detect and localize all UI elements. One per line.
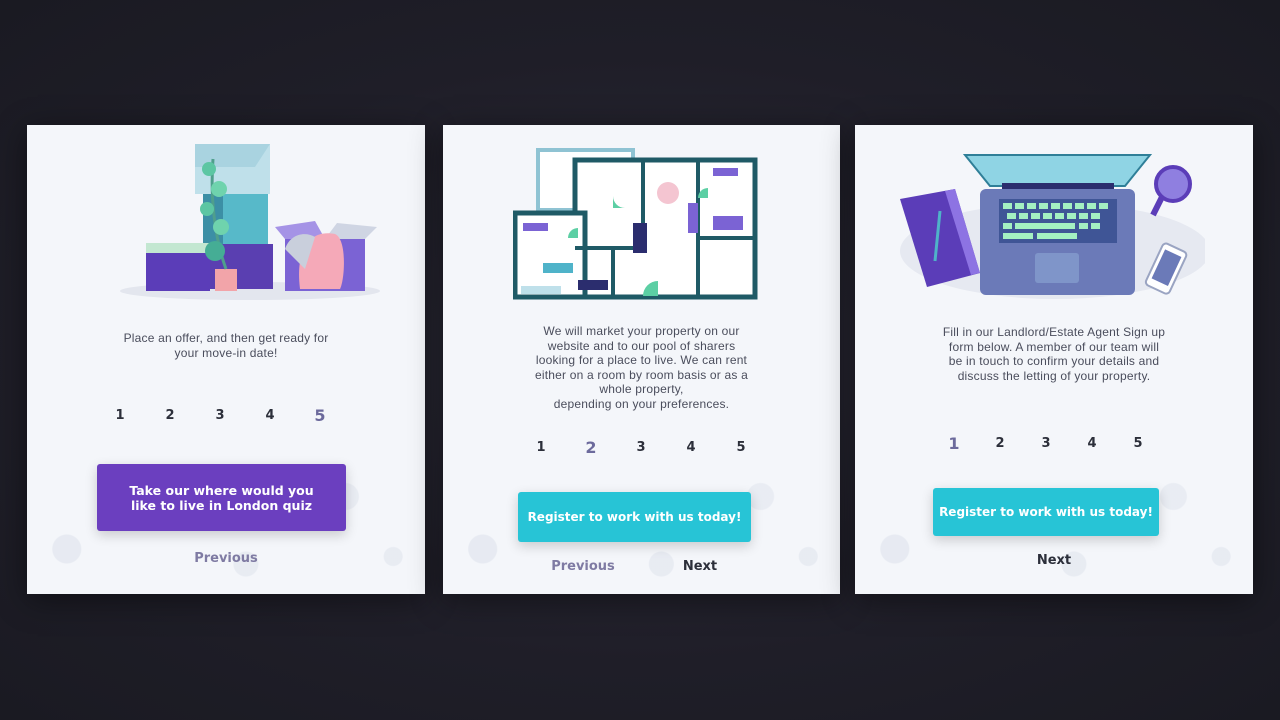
step-description: Fill in our Landlord/Estate Agent Sign u…	[942, 325, 1166, 383]
step-5[interactable]: 5	[716, 440, 766, 457]
step-4[interactable]: 4	[245, 408, 295, 425]
step-5[interactable]: 5	[1113, 436, 1163, 453]
moving-boxes-illustration	[120, 144, 380, 300]
quiz-button[interactable]: Take our where would you like to live in…	[97, 464, 346, 531]
next-link[interactable]: Next	[663, 559, 737, 574]
step-3[interactable]: 3	[1021, 436, 1071, 453]
step-1[interactable]: 1	[516, 440, 566, 457]
laptop-desk-illustration	[900, 154, 1205, 299]
step-4[interactable]: 4	[1067, 436, 1117, 453]
onboarding-card-marketing: We will market your property on our webs…	[443, 125, 840, 594]
previous-link[interactable]: Previous	[543, 559, 623, 574]
step-indicator: 1 2 3 4 5	[95, 406, 345, 425]
step-2[interactable]: 2	[145, 408, 195, 425]
step-description: Place an offer, and then get ready for y…	[123, 331, 329, 360]
onboarding-card-move-in: Place an offer, and then get ready for y…	[27, 125, 425, 594]
step-description: We will market your property on our webs…	[534, 324, 749, 411]
step-1-active[interactable]: 1	[929, 434, 979, 453]
next-link[interactable]: Next	[855, 553, 1253, 568]
step-3[interactable]: 3	[195, 408, 245, 425]
step-2[interactable]: 2	[975, 436, 1025, 453]
step-1[interactable]: 1	[95, 408, 145, 425]
register-button[interactable]: Register to work with us today!	[933, 488, 1159, 536]
step-indicator: 1 2 3 4 5	[516, 438, 766, 457]
step-5-active[interactable]: 5	[295, 406, 345, 425]
step-4[interactable]: 4	[666, 440, 716, 457]
onboarding-card-signup: Fill in our Landlord/Estate Agent Sign u…	[855, 125, 1253, 594]
register-button[interactable]: Register to work with us today!	[518, 492, 751, 542]
step-2-active[interactable]: 2	[566, 438, 616, 457]
floor-plan-illustration	[513, 148, 758, 300]
step-3[interactable]: 3	[616, 440, 666, 457]
step-indicator: 1 2 3 4 5	[929, 434, 1163, 453]
previous-link[interactable]: Previous	[27, 551, 425, 566]
